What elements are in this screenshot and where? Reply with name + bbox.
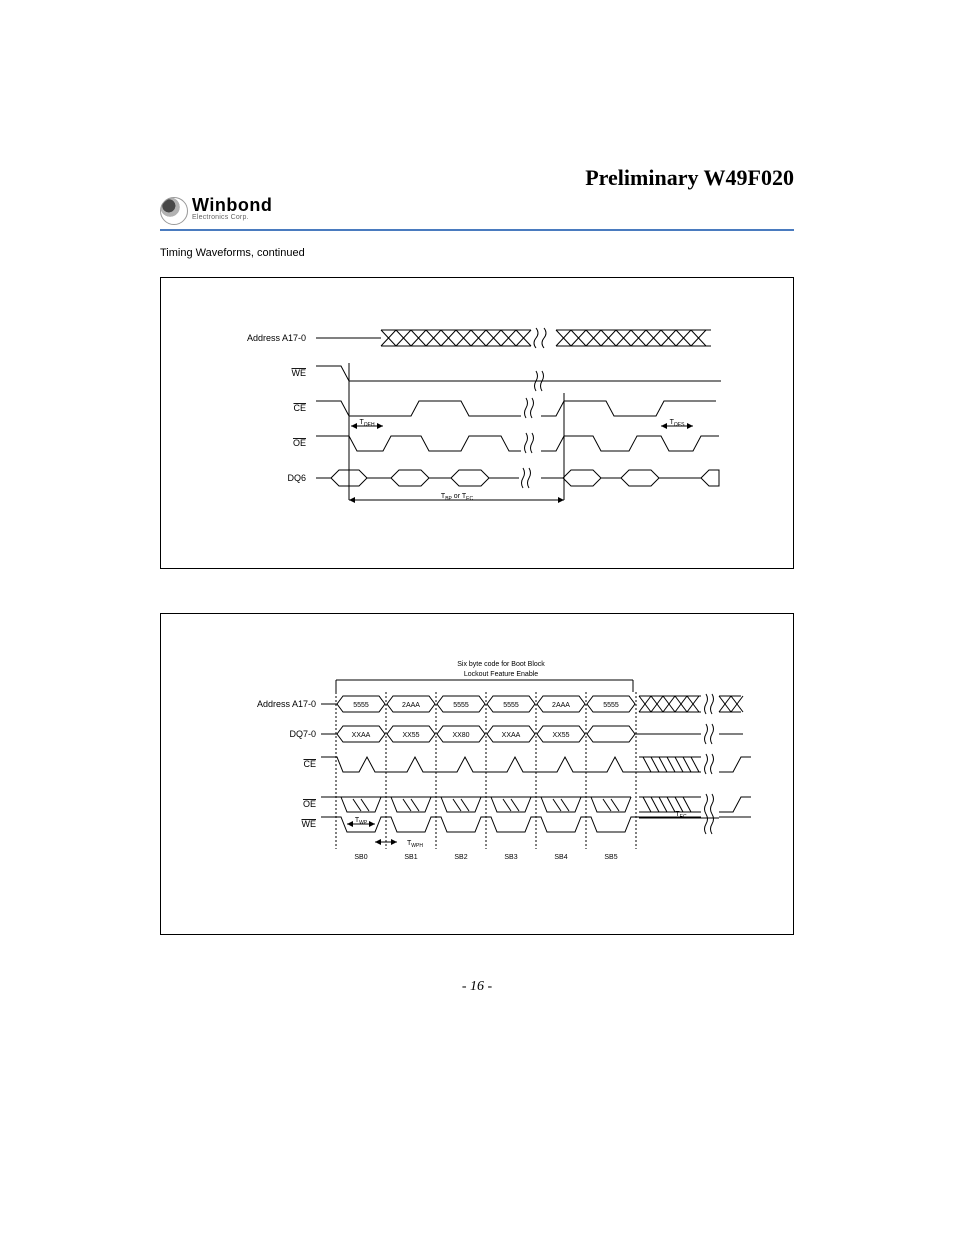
label-we: WE bbox=[292, 368, 307, 378]
sb2: SB2 bbox=[454, 854, 467, 861]
label-twp: TWP bbox=[355, 817, 368, 826]
addr-val-3: 5555 bbox=[503, 702, 519, 709]
addr-val-4: 2AAA bbox=[552, 702, 570, 709]
dim-toeh: TOEH bbox=[351, 419, 383, 429]
data-val-2: XX80 bbox=[452, 732, 469, 739]
addr-val-1: 2AAA bbox=[402, 702, 420, 709]
data-val-4: XX55 bbox=[552, 732, 569, 739]
label-toeh: TOEH bbox=[359, 419, 375, 428]
dim-twph: TWPH bbox=[375, 839, 423, 849]
fig2-caption2: Lockout Feature Enable bbox=[464, 671, 538, 678]
data-val-3: XXAA bbox=[502, 732, 521, 739]
addr-val-5: 5555 bbox=[603, 702, 619, 709]
data-val-0: XXAA bbox=[352, 732, 371, 739]
logo-company: Winbond bbox=[192, 195, 272, 216]
label-dq6: DQ6 bbox=[287, 473, 306, 483]
dim-tbp-tec: TBP or TEC bbox=[349, 493, 564, 503]
sb3: SB3 bbox=[504, 854, 517, 861]
page: Preliminary W49F020 Winbond Electronics … bbox=[0, 0, 954, 1235]
logo-globe-icon bbox=[160, 197, 188, 225]
we-trace bbox=[316, 366, 721, 381]
address-bus-hatch-right bbox=[556, 330, 711, 346]
timing-diagram-1: Address A17-0 WE CE OE DQ6 bbox=[160, 277, 794, 569]
addr-hatch-right bbox=[639, 694, 743, 714]
header-divider bbox=[160, 229, 794, 231]
ce-hatch bbox=[639, 754, 751, 774]
oe-trace bbox=[316, 436, 521, 451]
label-toes: TOES bbox=[670, 419, 686, 428]
label-oe: OE bbox=[293, 438, 306, 448]
sb0: SB0 bbox=[354, 854, 367, 861]
label-oe2: OE bbox=[303, 799, 316, 809]
timing-svg-2: Six byte code for Boot Block Lockout Fea… bbox=[161, 614, 795, 934]
timing-svg-1: Address A17-0 WE CE OE DQ6 bbox=[161, 278, 795, 568]
section-heading: Timing Waveforms, continued bbox=[160, 247, 794, 259]
label-twph: TWPH bbox=[407, 840, 423, 849]
dim-toes: TOES bbox=[661, 419, 693, 429]
logo: Winbond Electronics Corp. bbox=[160, 195, 794, 225]
dim-twp: TWP bbox=[347, 817, 375, 827]
label-ce: CE bbox=[293, 403, 306, 413]
ce-trace-2 bbox=[321, 757, 639, 772]
label-ce2: CE bbox=[303, 759, 316, 769]
addr-val-2: 5555 bbox=[453, 702, 469, 709]
sb5: SB5 bbox=[604, 854, 617, 861]
page-number: - 16 - bbox=[160, 979, 794, 995]
label-tbp-tec: TBP or TEC bbox=[441, 493, 474, 502]
label-dq70: DQ7-0 bbox=[289, 729, 316, 739]
label-address: Address A17-0 bbox=[247, 333, 306, 343]
data-val-1: XX55 bbox=[402, 732, 419, 739]
label-addr2: Address A17-0 bbox=[257, 699, 316, 709]
dq6-trace bbox=[316, 470, 519, 486]
label-we2: WE bbox=[302, 819, 317, 829]
document-title: Preliminary W49F020 bbox=[585, 165, 794, 191]
we-trace-2 bbox=[321, 817, 701, 832]
sb1: SB1 bbox=[404, 854, 417, 861]
fig2-caption1: Six byte code for Boot Block bbox=[457, 661, 545, 668]
timing-diagram-2: Six byte code for Boot Block Lockout Fea… bbox=[160, 613, 794, 935]
address-bus-hatch-left bbox=[381, 330, 531, 346]
break-addr bbox=[534, 328, 546, 348]
ce-trace bbox=[316, 401, 521, 416]
addr-val-0: 5555 bbox=[353, 702, 369, 709]
sb4: SB4 bbox=[554, 854, 567, 861]
